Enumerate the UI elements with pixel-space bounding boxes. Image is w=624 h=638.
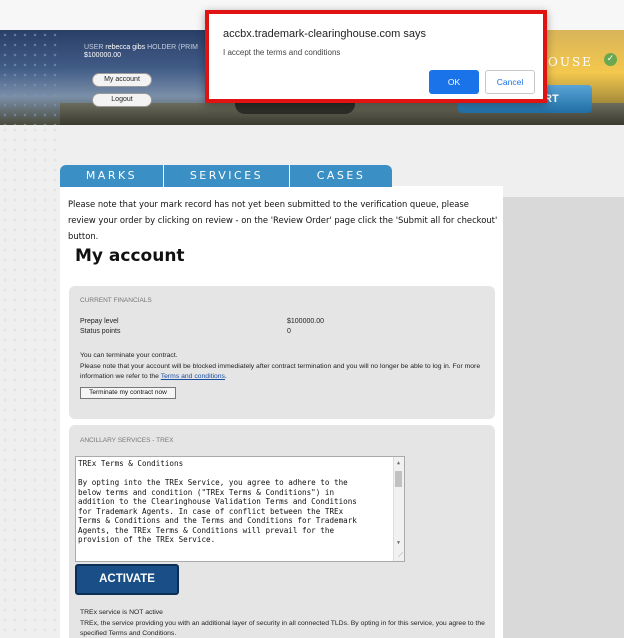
trex-description: TREx, the service providing you with an …	[80, 620, 485, 637]
banner-dot-pattern	[0, 30, 60, 125]
scroll-down-icon[interactable]: ▼	[395, 539, 402, 549]
status-points-label: Status points	[80, 328, 121, 335]
checkout-notice: Please note that your mark record has no…	[68, 199, 498, 241]
user-label: USER	[84, 44, 104, 51]
terminate-warning-text: Please note that your account will be bl…	[80, 363, 481, 380]
prepay-value: $100000.00	[287, 318, 324, 325]
cancel-button[interactable]: Cancel	[485, 70, 535, 94]
holder-label: HOLDER (PRIM	[147, 44, 199, 51]
financials-panel: CURRENT FINANCIALS Prepay level $100000.…	[69, 286, 495, 419]
user-info: USER rebecca gibs HOLDER (PRIM $100000.0…	[84, 44, 198, 59]
my-account-button[interactable]: My account	[92, 73, 152, 87]
terms-line: Agents, the TREx Terms & Conditions will…	[78, 525, 335, 535]
resize-grip-icon[interactable]: ⟋	[398, 551, 403, 561]
main-tabs: MARKS SERVICES CASES	[60, 165, 392, 187]
status-points-value: 0	[287, 328, 291, 335]
terms-link[interactable]: Terms and conditions	[161, 373, 225, 380]
terminate-warning: Please note that your account will be bl…	[80, 362, 496, 382]
financials-heading: CURRENT FINANCIALS	[80, 297, 152, 304]
dialog-title: accbx.trademark-clearinghouse.com says	[223, 28, 426, 40]
trex-status: TREx service is NOT active	[80, 609, 163, 616]
dialog-message: I accept the terms and conditions	[223, 48, 341, 57]
terminate-intro: You can terminate your contract.	[80, 352, 178, 359]
account-balance: $100000.00	[84, 52, 121, 59]
brand-text: OUSE	[548, 55, 593, 69]
page-title: My account	[75, 246, 185, 266]
terms-line: below terms and condition ("TREx Terms &…	[78, 487, 335, 497]
prepay-label: Prepay level	[80, 318, 119, 325]
terms-line: for Trademark Agents. In case of conflic…	[78, 506, 344, 516]
terms-line: addition to the Clearinghouse Validation…	[78, 497, 357, 506]
scroll-up-icon[interactable]: ▲	[395, 459, 402, 469]
terms-scrollbar[interactable]: ▲ ▼	[393, 457, 404, 561]
right-sidebar	[503, 197, 624, 638]
activate-button[interactable]: ACTIVATE	[75, 564, 179, 595]
tab-marks[interactable]: MARKS	[60, 165, 164, 187]
terms-line: provision of the TREx Service.	[78, 535, 216, 544]
side-dot-pattern	[0, 125, 60, 638]
tab-services[interactable]: SERVICES	[164, 165, 290, 187]
terms-title: TREx Terms & Conditions	[78, 459, 184, 468]
confirm-dialog: accbx.trademark-clearinghouse.com says I…	[205, 10, 547, 103]
tab-cases[interactable]: CASES	[290, 165, 392, 187]
terms-line: Terms & Conditions and the Terms and Con…	[78, 516, 357, 525]
user-name: rebecca gibs	[105, 44, 146, 51]
terms-line: By opting into the TREx Service, you agr…	[78, 478, 348, 487]
terminate-warning-end: .	[224, 373, 227, 380]
logout-button[interactable]: Logout	[92, 93, 152, 107]
brand-check-icon: ✓	[604, 53, 617, 66]
ancillary-heading: ANCILLARY SERVICES - TREX	[80, 437, 174, 444]
terminate-contract-button[interactable]: Terminate my contract now	[80, 387, 176, 399]
ancillary-panel: ANCILLARY SERVICES - TREX TREx Terms & C…	[69, 425, 495, 638]
ok-button[interactable]: OK	[429, 70, 479, 94]
trex-terms-textarea[interactable]: TREx Terms & Conditions By opting into t…	[75, 456, 405, 562]
scroll-thumb[interactable]	[395, 471, 402, 487]
